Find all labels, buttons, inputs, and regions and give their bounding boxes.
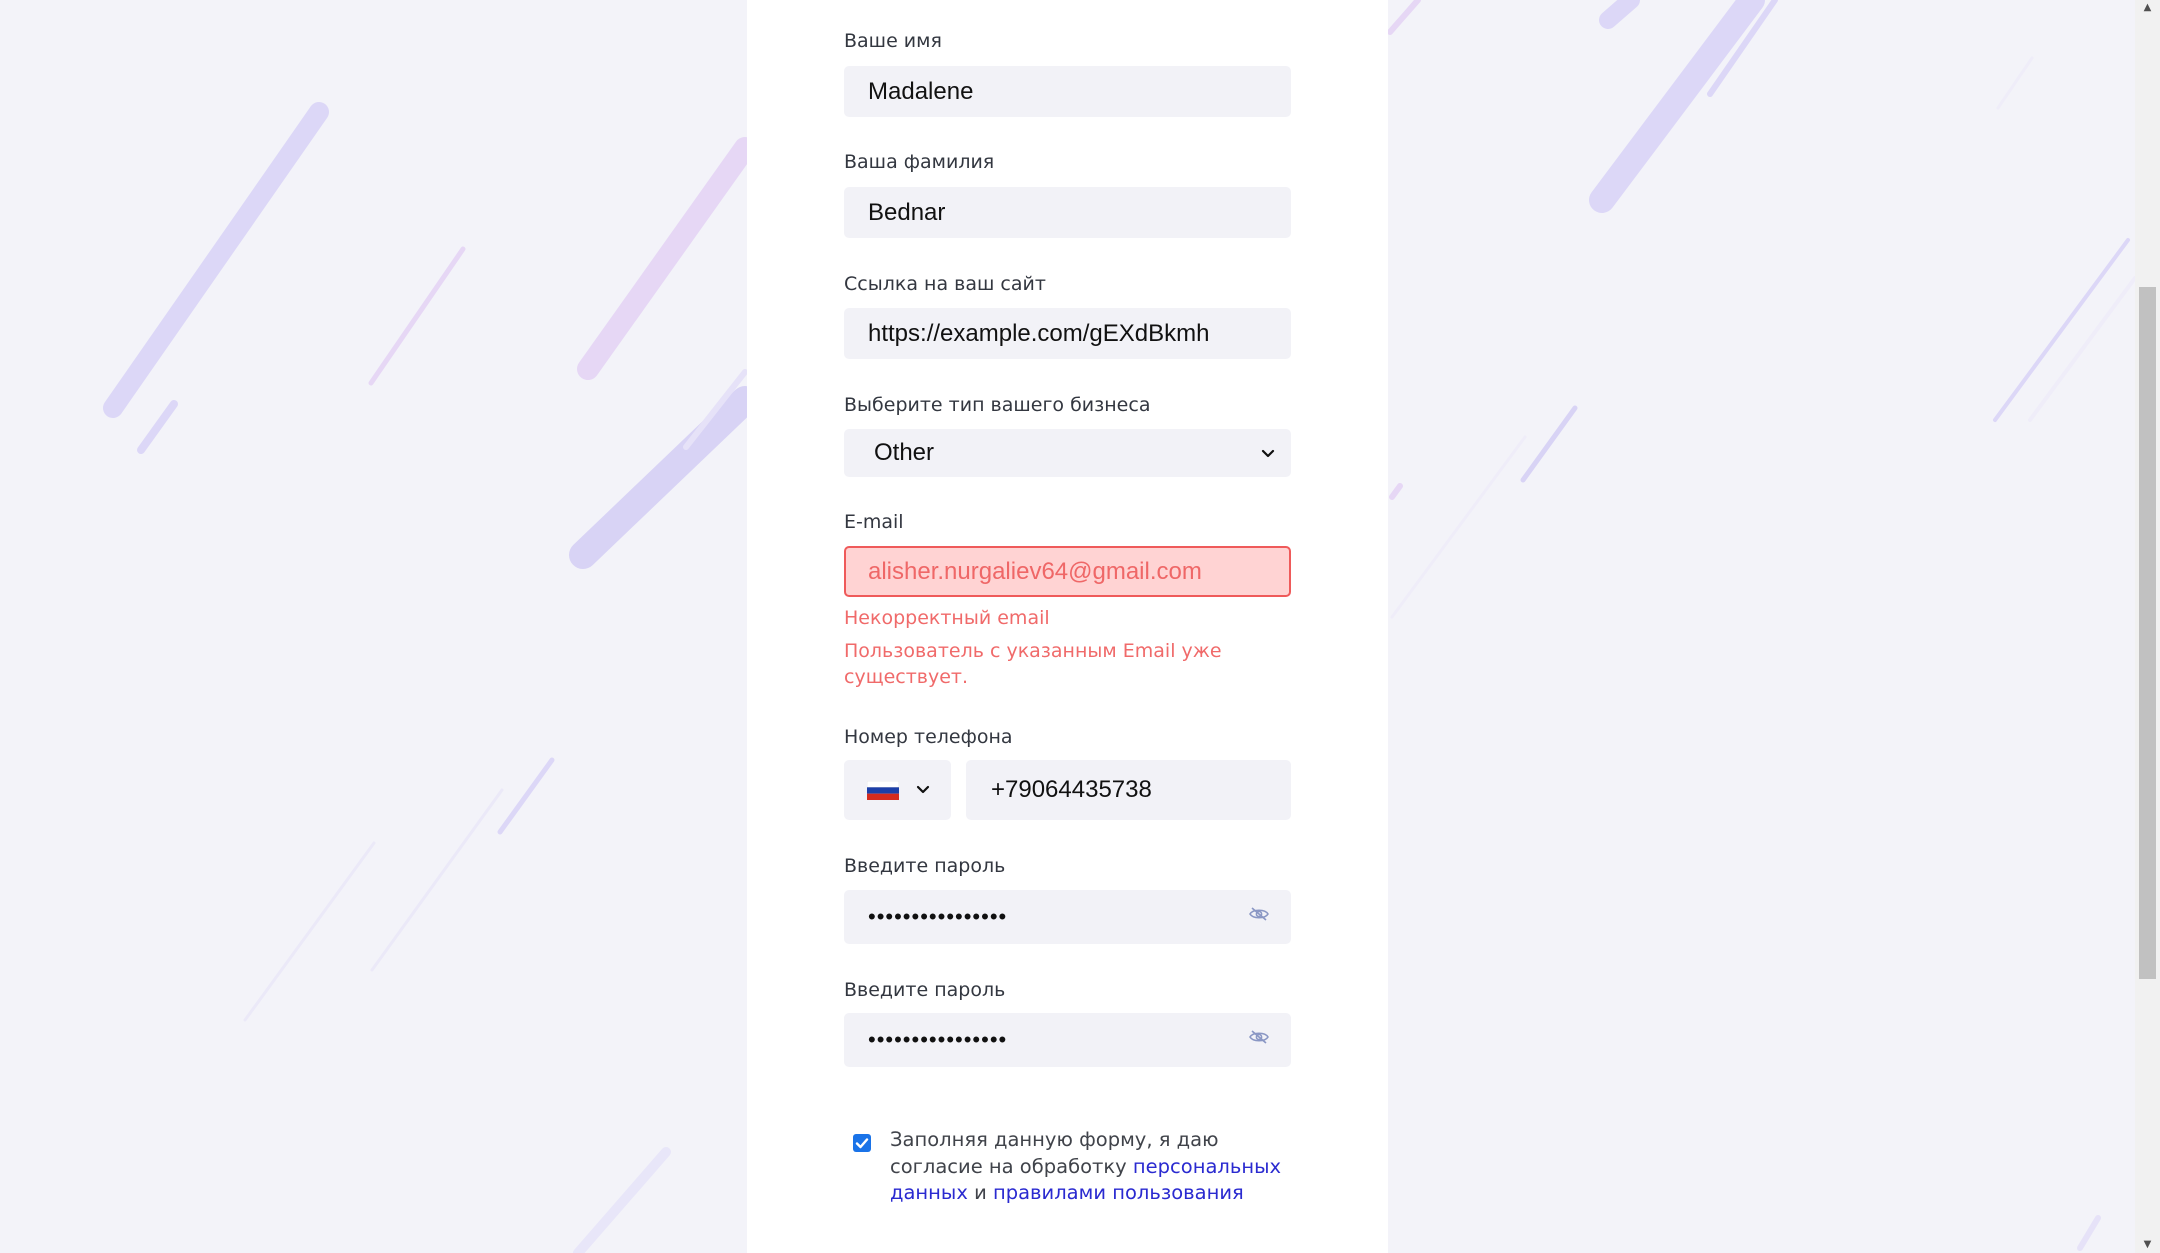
chevron-down-icon	[1261, 449, 1275, 458]
first-name-input[interactable]: Madalene	[844, 66, 1291, 117]
scroll-up-arrow[interactable]: ▲	[2135, 0, 2160, 16]
eye-off-icon[interactable]	[1249, 906, 1269, 922]
page: Ваше имя Madalene Ваша фамилия Bednar Сс…	[0, 0, 2160, 1253]
email-exists-error: Пользователь с указанным Email уже сущес…	[844, 640, 1222, 688]
chevron-down-icon	[916, 785, 930, 794]
business-type-select[interactable]: Other	[844, 429, 1291, 477]
email-invalid-error: Некорректный email	[844, 607, 1050, 629]
password-value: ••••••••••••••••	[868, 904, 1008, 929]
checkmark-icon	[855, 1138, 869, 1149]
terms-of-use-link[interactable]: правилами пользования	[993, 1181, 1244, 1204]
scrollbar[interactable]: ▲ ▼	[2135, 0, 2160, 1253]
russia-flag-icon	[867, 780, 899, 800]
scroll-down-arrow[interactable]: ▼	[2135, 1237, 2160, 1253]
last-name-input[interactable]: Bednar	[844, 187, 1291, 238]
consent-text-middle: и	[967, 1181, 993, 1204]
email-input[interactable]: alisher.nurgaliev64@gmail.com	[844, 546, 1291, 597]
last-name-label: Ваша фамилия	[844, 151, 995, 173]
country-code-select[interactable]	[844, 760, 951, 820]
email-label: E-mail	[844, 511, 904, 533]
business-type-label: Выберите тип вашего бизнеса	[844, 394, 1151, 416]
first-name-label: Ваше имя	[844, 30, 942, 52]
website-input[interactable]: https://example.com/gEXdBkmh	[844, 308, 1291, 359]
password-input[interactable]: ••••••••••••••••	[844, 890, 1291, 944]
password-label: Введите пароль	[844, 855, 1006, 877]
website-label: Ссылка на ваш сайт	[844, 273, 1046, 295]
registration-form: Ваше имя Madalene Ваша фамилия Bednar Сс…	[747, 0, 1388, 1253]
consent-checkbox[interactable]	[853, 1134, 871, 1152]
eye-off-icon[interactable]	[1249, 1029, 1269, 1045]
scroll-thumb[interactable]	[2139, 287, 2156, 979]
phone-label: Номер телефона	[844, 726, 1013, 748]
business-type-value: Other	[874, 439, 935, 466]
password-confirm-value: ••••••••••••••••	[868, 1027, 1008, 1052]
phone-input[interactable]: +79064435738	[966, 760, 1291, 820]
consent-text: Заполняя данную форму, я даю согласие на…	[890, 1127, 1290, 1207]
password-confirm-input[interactable]: ••••••••••••••••	[844, 1013, 1291, 1067]
password-confirm-label: Введите пароль	[844, 979, 1006, 1001]
